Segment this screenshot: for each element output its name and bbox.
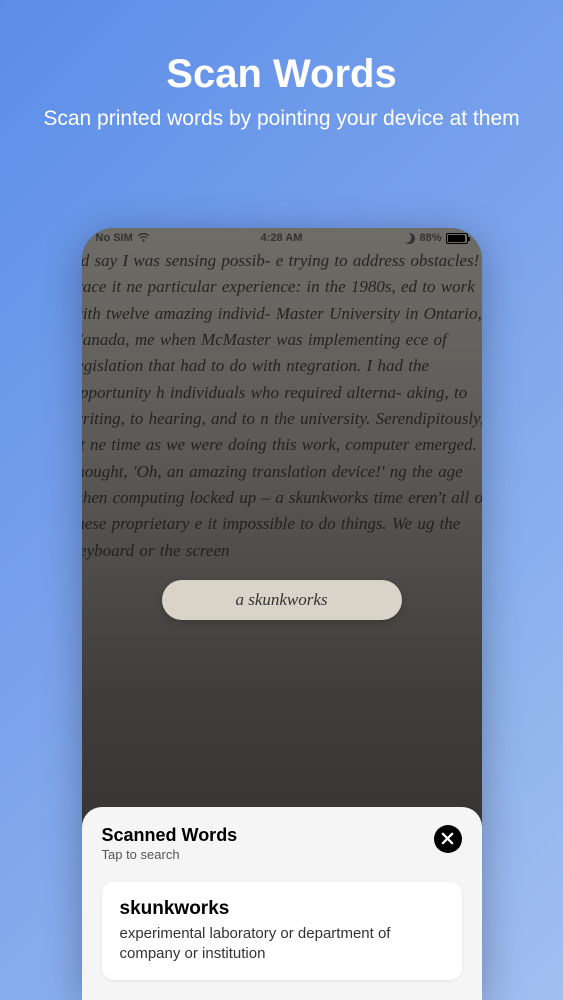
panel-subtitle: Tap to search [102,847,238,862]
word-term: skunkworks [120,898,444,920]
promo-title: Scan Words [0,52,563,97]
battery-icon [446,233,468,244]
battery-percent: 88% [419,232,441,244]
scan-highlight-region: a skunkworks [162,580,402,620]
word-definition: experimental laboratory or department of… [120,924,444,965]
status-time: 4:28 AM [261,232,303,244]
close-icon [441,832,454,845]
scanned-words-panel: Scanned Words Tap to search skunkworks e… [82,807,482,1000]
panel-title: Scanned Words [102,825,238,846]
status-bar: No SIM 4:28 AM 88% [82,228,482,248]
status-left: No SIM [96,232,150,244]
word-result-card[interactable]: skunkworks experimental laboratory or de… [102,882,462,981]
do-not-disturb-icon [404,233,415,244]
panel-title-group: Scanned Words Tap to search [102,825,238,862]
wifi-icon [137,233,150,243]
panel-header: Scanned Words Tap to search [102,825,462,862]
highlighted-text: a skunkworks [235,590,327,610]
close-button[interactable] [434,825,462,853]
app-promo-header: Scan Words Scan printed words by pointin… [0,0,563,133]
status-right: 88% [404,232,467,244]
phone-screenshot: I'd say I was sensing possib- e trying t… [82,228,482,1000]
carrier-label: No SIM [96,232,133,244]
promo-subtitle: Scan printed words by pointing your devi… [0,105,563,133]
